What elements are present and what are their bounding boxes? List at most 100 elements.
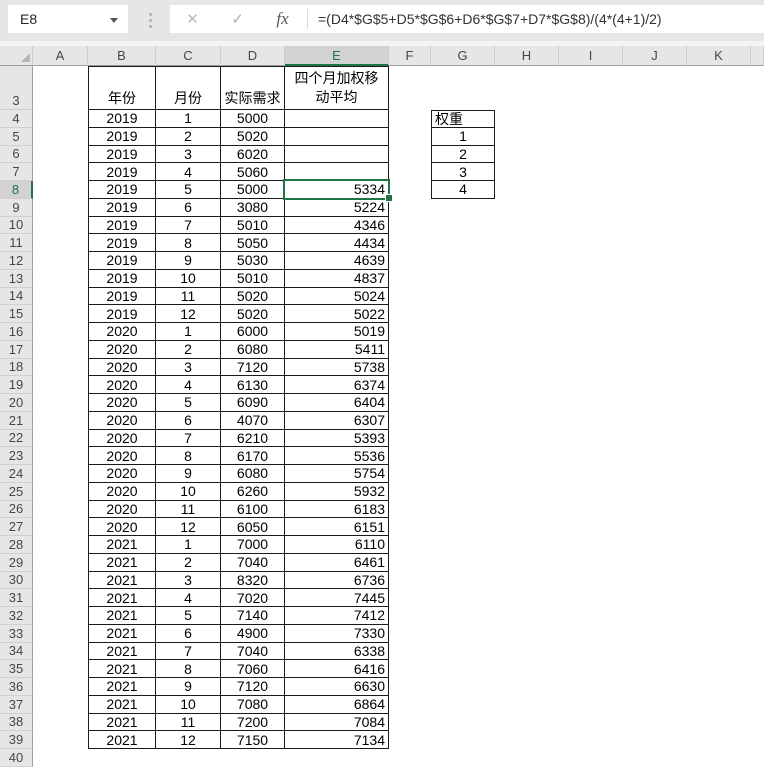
cell-G8[interactable]: 4	[431, 181, 495, 199]
cell-C27[interactable]: 12	[156, 518, 221, 536]
cell-C19[interactable]: 4	[156, 376, 221, 394]
column-header-F[interactable]: F	[389, 46, 431, 66]
cell-E12[interactable]: 4639	[285, 252, 389, 270]
cell-B22[interactable]: 2020	[88, 430, 156, 448]
cell-E37[interactable]: 6864	[285, 696, 389, 714]
cell-C26[interactable]: 11	[156, 501, 221, 519]
cell-C13[interactable]: 10	[156, 270, 221, 288]
cell-D34[interactable]: 7040	[221, 643, 285, 661]
cell-B30[interactable]: 2021	[88, 572, 156, 590]
cell-E29[interactable]: 6461	[285, 554, 389, 572]
cell-D33[interactable]: 4900	[221, 625, 285, 643]
row-header-17[interactable]: 17	[0, 341, 33, 359]
row-header-26[interactable]: 26	[0, 501, 33, 519]
cell-E13[interactable]: 4837	[285, 270, 389, 288]
cell-B6[interactable]: 2019	[88, 146, 156, 164]
cell-E28[interactable]: 6110	[285, 536, 389, 554]
row-header-22[interactable]: 22	[0, 430, 33, 448]
cell-D31[interactable]: 7020	[221, 589, 285, 607]
cell-D26[interactable]: 6100	[221, 501, 285, 519]
cell-D25[interactable]: 6260	[221, 483, 285, 501]
cell-C3[interactable]: 月份	[156, 66, 221, 110]
column-header-E[interactable]: E	[285, 46, 389, 66]
cell-B34[interactable]: 2021	[88, 643, 156, 661]
row-header-23[interactable]: 23	[0, 447, 33, 465]
row-header-3[interactable]: 3	[0, 66, 33, 110]
column-header-D[interactable]: D	[221, 46, 285, 66]
cell-B13[interactable]: 2019	[88, 270, 156, 288]
column-header-H[interactable]: H	[495, 46, 559, 66]
cell-E36[interactable]: 6630	[285, 678, 389, 696]
cell-B23[interactable]: 2020	[88, 447, 156, 465]
cell-D35[interactable]: 7060	[221, 660, 285, 678]
cell-D15[interactable]: 5020	[221, 305, 285, 323]
cell-E21[interactable]: 6307	[285, 412, 389, 430]
row-header-38[interactable]: 38	[0, 714, 33, 732]
cell-B18[interactable]: 2020	[88, 359, 156, 377]
cell-E32[interactable]: 7412	[285, 607, 389, 625]
cell-B28[interactable]: 2021	[88, 536, 156, 554]
cell-E30[interactable]: 6736	[285, 572, 389, 590]
row-header-8[interactable]: 8	[0, 181, 33, 199]
cell-C4[interactable]: 1	[156, 110, 221, 128]
cell-E20[interactable]: 6404	[285, 394, 389, 412]
cell-C15[interactable]: 12	[156, 305, 221, 323]
cell-D12[interactable]: 5030	[221, 252, 285, 270]
cell-D29[interactable]: 7040	[221, 554, 285, 572]
cell-B38[interactable]: 2021	[88, 714, 156, 732]
cell-C25[interactable]: 10	[156, 483, 221, 501]
cell-E24[interactable]: 5754	[285, 465, 389, 483]
cell-B14[interactable]: 2019	[88, 288, 156, 306]
formula-text[interactable]: =(D4*$G$5+D5*$G$6+D6*$G$7+D7*$G$8)/(4*(4…	[318, 11, 662, 27]
cell-B11[interactable]: 2019	[88, 234, 156, 252]
cell-C12[interactable]: 9	[156, 252, 221, 270]
cell-C32[interactable]: 5	[156, 607, 221, 625]
column-header-A[interactable]: A	[33, 46, 88, 66]
column-header-K[interactable]: K	[687, 46, 751, 66]
cell-C9[interactable]: 6	[156, 199, 221, 217]
cell-E34[interactable]: 6338	[285, 643, 389, 661]
cell-B17[interactable]: 2020	[88, 341, 156, 359]
row-header-25[interactable]: 25	[0, 483, 33, 501]
row-header-35[interactable]: 35	[0, 660, 33, 678]
cell-C35[interactable]: 8	[156, 660, 221, 678]
cell-B12[interactable]: 2019	[88, 252, 156, 270]
cell-E35[interactable]: 6416	[285, 660, 389, 678]
cell-C31[interactable]: 4	[156, 589, 221, 607]
cell-B35[interactable]: 2021	[88, 660, 156, 678]
cell-E31[interactable]: 7445	[285, 589, 389, 607]
cell-B10[interactable]: 2019	[88, 217, 156, 235]
cell-E15[interactable]: 5022	[285, 305, 389, 323]
cell-E7[interactable]	[285, 163, 389, 181]
cell-B9[interactable]: 2019	[88, 199, 156, 217]
cell-D13[interactable]: 5010	[221, 270, 285, 288]
cell-B8[interactable]: 2019	[88, 181, 156, 199]
cell-E4[interactable]	[285, 110, 389, 128]
cell-B29[interactable]: 2021	[88, 554, 156, 572]
cell-E25[interactable]: 5932	[285, 483, 389, 501]
cell-B4[interactable]: 2019	[88, 110, 156, 128]
row-header-13[interactable]: 13	[0, 270, 33, 288]
cell-B19[interactable]: 2020	[88, 376, 156, 394]
column-header-B[interactable]: B	[88, 46, 156, 66]
column-header-G[interactable]: G	[431, 46, 495, 66]
cell-D30[interactable]: 8320	[221, 572, 285, 590]
row-header-30[interactable]: 30	[0, 572, 33, 590]
cell-D7[interactable]: 5060	[221, 163, 285, 181]
cell-E5[interactable]	[285, 128, 389, 146]
cell-C18[interactable]: 3	[156, 359, 221, 377]
row-header-7[interactable]: 7	[0, 163, 33, 181]
cell-C36[interactable]: 9	[156, 678, 221, 696]
cell-C30[interactable]: 3	[156, 572, 221, 590]
cell-E18[interactable]: 5738	[285, 359, 389, 377]
cell-D5[interactable]: 5020	[221, 128, 285, 146]
cell-B25[interactable]: 2020	[88, 483, 156, 501]
row-header-4[interactable]: 4	[0, 110, 33, 128]
cell-B32[interactable]: 2021	[88, 607, 156, 625]
cell-E39[interactable]: 7134	[285, 731, 389, 749]
cell-C6[interactable]: 3	[156, 146, 221, 164]
cell-E3[interactable]: 四个月加权移动平均	[285, 66, 389, 110]
formula-bar[interactable]: ✕ ✓ fx =(D4*$G$5+D5*$G$6+D6*$G$7+D7*$G$8…	[170, 5, 764, 33]
cell-D16[interactable]: 6000	[221, 323, 285, 341]
cell-E9[interactable]: 5224	[285, 199, 389, 217]
